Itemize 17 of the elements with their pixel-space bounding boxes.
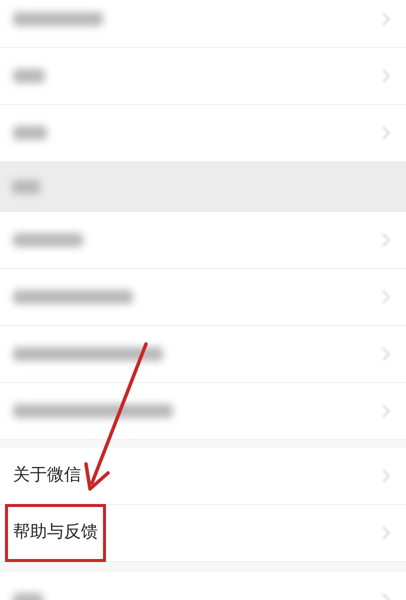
row-label: 关于微信	[13, 464, 81, 488]
chevron-icon	[382, 347, 390, 361]
chevron-icon	[382, 126, 390, 140]
chevron-icon	[382, 233, 390, 247]
blurred-text	[13, 233, 83, 247]
blurred-text	[13, 69, 45, 83]
settings-row[interactable]: 关于微信	[0, 448, 406, 505]
chevron-icon	[382, 404, 390, 418]
blurred-text	[13, 126, 47, 140]
chevron-icon	[382, 290, 390, 304]
settings-row[interactable]: 帮助与反馈	[0, 505, 406, 562]
chevron-icon	[382, 69, 390, 83]
chevron-icon	[382, 12, 390, 26]
chevron-icon	[382, 469, 390, 483]
chevron-icon	[382, 526, 390, 540]
blurred-text	[12, 180, 40, 194]
row-label: 帮助与反馈	[13, 522, 98, 542]
